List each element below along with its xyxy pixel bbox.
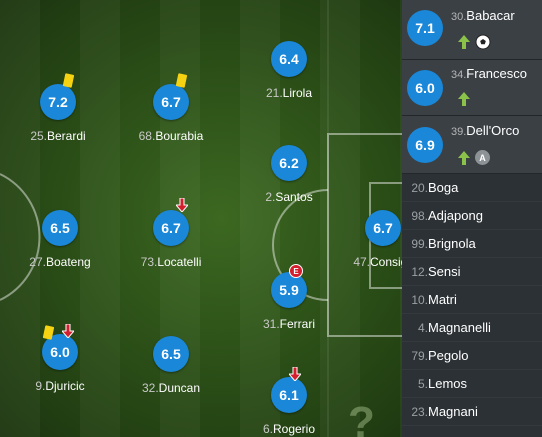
substitutes-panel: 7.1 30.Babacar 6.0 34.Francesco 6.9 39.D… — [402, 0, 542, 437]
rating-badge: 5.9 — [271, 272, 307, 308]
sub-in-arrow-icon — [458, 92, 470, 106]
rating-badge: 6.7 — [153, 84, 189, 120]
player-ferrari[interactable]: 5.9 E 31.Ferrari — [249, 264, 329, 352]
substitute-card-babacar[interactable]: 7.1 30.Babacar — [402, 0, 542, 60]
sub-in-arrow-icon — [458, 150, 470, 165]
bench-player-sensi[interactable]: 12.Sensi — [402, 258, 542, 286]
bench-player-adjapong[interactable]: 98.Adjapong — [402, 202, 542, 230]
bench-player-magnani[interactable]: 23.Magnani — [402, 398, 542, 426]
player-rogerio[interactable]: 6.1 6.Rogerio — [249, 367, 329, 437]
player-lirola[interactable]: 6.4 21.Lirola — [249, 41, 329, 121]
rating-badge: 6.7 — [365, 210, 401, 246]
player-locatelli[interactable]: 6.7 73.Locatelli — [131, 198, 211, 290]
player-name: 27.Boateng — [29, 255, 91, 269]
player-bourabia[interactable]: 6.7 68.Bourabia — [131, 73, 211, 164]
player-name: 21.Lirola — [265, 86, 313, 100]
bench-player-magnanelli[interactable]: 4.Magnanelli — [402, 314, 542, 342]
player-berardi[interactable]: 7.2 25.Berardi — [18, 73, 98, 164]
bench-player-brignola[interactable]: 99.Brignola — [402, 230, 542, 258]
rating-badge: 6.2 — [271, 145, 307, 181]
svg-text:?: ? — [348, 398, 375, 437]
own-goal-icon: E — [289, 264, 303, 278]
rating-badge: 6.0 — [407, 70, 443, 106]
sub-out-arrow-icon — [176, 198, 188, 212]
substitute-name: 34.Francesco — [451, 66, 527, 81]
rating-badge: 6.0 — [42, 334, 78, 370]
substitute-card-francesco[interactable]: 6.0 34.Francesco — [402, 60, 542, 116]
player-djuricic[interactable]: 6.0 9.Djuricic — [20, 324, 100, 414]
player-name: 32.Duncan — [141, 381, 201, 395]
pitch: ? 7.2 25.Berardi 6.7 68.Bourabia 6.4 21.… — [0, 0, 402, 437]
bench-player-lemos[interactable]: 5.Lemos — [402, 370, 542, 398]
substitute-name: 30.Babacar — [451, 8, 515, 23]
rating-badge: 6.7 — [153, 210, 189, 246]
player-consigli[interactable]: 6.7 47.Consigli — [343, 210, 402, 290]
yellow-card-icon — [175, 73, 188, 88]
rating-badge: 6.1 — [271, 377, 307, 413]
player-boateng[interactable]: 6.5 27.Boateng — [20, 210, 100, 290]
substitute-icons — [458, 92, 470, 106]
player-santos[interactable]: 6.2 2.Santos — [249, 145, 329, 225]
substitute-icons: A — [458, 150, 490, 165]
rating-badge: 7.2 — [40, 84, 76, 120]
sub-in-arrow-icon — [458, 35, 470, 49]
rating-badge: 6.4 — [271, 41, 307, 77]
rating-badge: 6.5 — [42, 210, 78, 246]
ball-icon — [475, 34, 491, 50]
bench-player-pegolo[interactable]: 79.Pegolo — [402, 342, 542, 370]
yellow-card-icon — [62, 73, 75, 88]
sub-out-arrow-icon — [62, 324, 74, 338]
player-name: 6.Rogerio — [262, 422, 316, 436]
rating-badge: 6.5 — [153, 336, 189, 372]
player-name: 25.Berardi — [30, 129, 86, 143]
bench-player-boga[interactable]: 20.Boga — [402, 174, 542, 202]
player-name: 9.Djuricic — [35, 379, 85, 393]
substitute-icons — [458, 34, 491, 50]
player-name: 68.Bourabia — [138, 129, 204, 143]
rating-badge: 7.1 — [407, 10, 443, 46]
substitute-card-dellorco[interactable]: 6.9 39.Dell'Orco A — [402, 116, 542, 174]
rating-badge: 6.9 — [407, 127, 443, 163]
player-name: 73.Locatelli — [140, 255, 202, 269]
assist-icon: A — [475, 150, 490, 165]
player-duncan[interactable]: 6.5 32.Duncan — [131, 336, 211, 416]
bench-player-matri[interactable]: 10.Matri — [402, 286, 542, 314]
player-name: 2.Santos — [265, 190, 313, 204]
player-name: 31.Ferrari — [262, 317, 316, 331]
substitute-name: 39.Dell'Orco — [451, 123, 520, 138]
sub-out-arrow-icon — [289, 367, 301, 381]
player-name: 47.Consigli — [353, 255, 402, 269]
